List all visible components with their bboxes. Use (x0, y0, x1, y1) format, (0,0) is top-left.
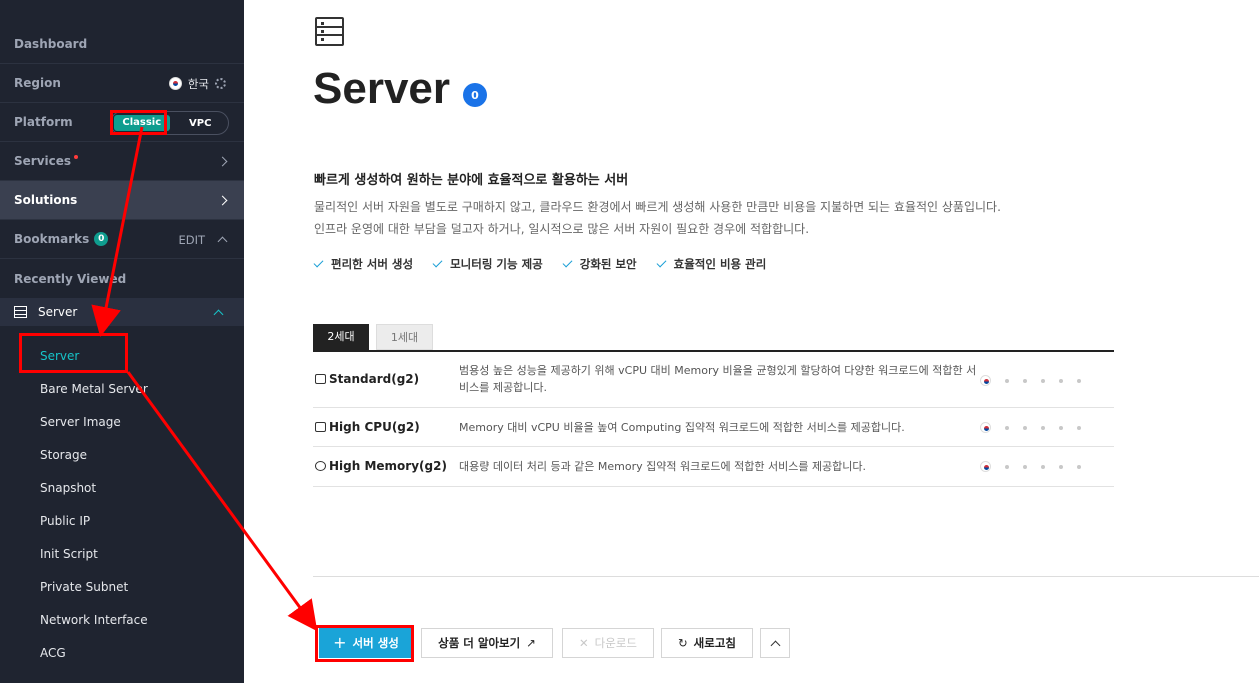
feature-item: 모니터링 기능 제공 (432, 256, 543, 272)
refresh-button[interactable]: ↻ 새로고침 (661, 628, 753, 658)
page-title: Server (313, 64, 451, 113)
korea-flag-icon (980, 375, 991, 386)
sidebar-item-acg[interactable]: ACG (40, 645, 66, 661)
nav-bookmarks-label: Bookmarks (14, 232, 90, 246)
check-icon (562, 257, 573, 268)
product-description-2: 인프라 운영에 대한 부담을 덜고자 하거나, 일시적으로 많은 서버 자원이 … (314, 222, 810, 236)
sidebar-item-bare-metal-server[interactable]: Bare Metal Server (40, 381, 148, 397)
row-description: 범용성 높은 성능을 제공하기 위해 vCPU 대비 Memory 비율을 균형… (459, 364, 977, 394)
annotation-box-classic (110, 110, 167, 135)
row-name: High Memory(g2) (315, 459, 447, 473)
nav-services[interactable]: Services (0, 142, 244, 181)
region-availability (980, 375, 1081, 386)
chevron-up-icon[interactable] (217, 236, 228, 247)
sidebar-item-public-ip[interactable]: Public IP (40, 513, 90, 529)
server-icon (315, 17, 344, 46)
row-name: Standard(g2) (315, 372, 419, 386)
row-description: Memory 대비 vCPU 비율을 높여 Computing 집약적 워크로드… (459, 421, 905, 434)
generation-tabs: 2세대 1세대 (313, 324, 1114, 352)
nav-solutions[interactable]: Solutions (0, 181, 244, 220)
check-icon (313, 257, 324, 268)
nav-recently-viewed[interactable]: Recently Viewed (0, 259, 244, 298)
main-content: Server 0 빠르게 생성하여 원하는 분야에 효율적으로 활용하는 서버 … (244, 0, 1259, 683)
product-headline: 빠르게 생성하여 원하는 분야에 효율적으로 활용하는 서버 (314, 173, 629, 188)
chevron-right-icon (217, 156, 228, 167)
new-indicator-dot (74, 155, 79, 159)
sidebar-item-private-subnet[interactable]: Private Subnet (40, 579, 128, 595)
cpu-icon (315, 422, 326, 432)
nav-region: Region 한국 (0, 64, 244, 103)
collapse-button[interactable] (760, 628, 790, 658)
nav-platform-label: Platform (14, 115, 73, 129)
sidebar-section-label: Server (38, 305, 78, 319)
nav-dashboard-label: Dashboard (14, 37, 88, 51)
nav-services-label: Services (14, 154, 72, 168)
chevron-right-icon (217, 195, 228, 206)
chevron-up-icon[interactable] (213, 309, 224, 320)
table-row[interactable]: High CPU(g2) Memory 대비 vCPU 비율을 높여 Compu… (313, 408, 1114, 447)
memory-icon (315, 461, 326, 471)
row-description: 대용량 데이터 처리 등과 같은 Memory 집약적 워크로드에 적합한 서비… (459, 460, 867, 473)
korea-flag-icon (980, 461, 991, 472)
divider (313, 576, 1259, 577)
feature-item: 편리한 서버 생성 (313, 256, 413, 272)
annotation-box-create (315, 625, 414, 662)
platform-vpc-option[interactable]: VPC (173, 118, 229, 129)
learn-more-button[interactable]: 상품 더 알아보기 ↗ (421, 628, 553, 658)
sidebar-item-snapshot[interactable]: Snapshot (40, 480, 96, 496)
product-description-1: 물리적인 서버 자원을 별도로 구매하지 않고, 클라우드 환경에서 빠르게 생… (314, 200, 1001, 214)
row-name: High CPU(g2) (315, 420, 420, 434)
nav-recently-viewed-label: Recently Viewed (14, 271, 127, 286)
region-selector[interactable]: 한국 (168, 64, 226, 103)
tab-2nd-generation[interactable]: 2세대 (313, 324, 369, 350)
nav-bookmarks[interactable]: Bookmarks 0 EDIT (0, 220, 244, 259)
feature-item: 강화된 보안 (562, 256, 637, 272)
refresh-icon: ↻ (678, 636, 688, 650)
chevron-up-icon (770, 640, 780, 650)
region-availability (980, 422, 1081, 433)
check-icon (432, 257, 443, 268)
sidebar-section-server[interactable]: Server (0, 298, 244, 326)
table-row[interactable]: High Memory(g2) 대용량 데이터 처리 등과 같은 Memory … (313, 447, 1114, 487)
gear-icon[interactable] (215, 78, 226, 89)
nav-solutions-label: Solutions (14, 193, 78, 207)
nav-region-label: Region (14, 76, 61, 90)
nav-dashboard[interactable]: Dashboard (0, 25, 244, 64)
tab-1st-generation[interactable]: 1세대 (376, 324, 433, 350)
check-icon (656, 257, 667, 268)
feature-item: 효율적인 비용 관리 (656, 256, 766, 272)
server-icon (315, 374, 326, 384)
bookmarks-count-badge: 0 (94, 232, 109, 246)
annotation-box-server (19, 333, 128, 373)
sidebar-item-network-interface[interactable]: Network Interface (40, 612, 148, 628)
sidebar-item-init-script[interactable]: Init Script (40, 546, 98, 562)
sidebar-item-storage[interactable]: Storage (40, 447, 87, 463)
feature-list: 편리한 서버 생성 모니터링 기능 제공 강화된 보안 효율적인 비용 관리 (313, 256, 766, 272)
sidebar-item-server-image[interactable]: Server Image (40, 414, 121, 430)
region-availability (980, 461, 1081, 472)
korea-flag-icon (168, 77, 182, 90)
server-icon (14, 306, 27, 318)
table-row[interactable]: Standard(g2) 범용성 높은 성능을 제공하기 위해 vCPU 대비 … (313, 353, 1114, 408)
close-icon: ✕ (579, 636, 589, 650)
server-count-badge: 0 (463, 83, 487, 107)
external-link-icon: ↗ (526, 636, 536, 650)
download-button[interactable]: ✕ 다운로드 (562, 628, 654, 658)
bookmarks-edit-link[interactable]: EDIT (178, 233, 205, 247)
korea-flag-icon (980, 422, 991, 433)
region-value: 한국 (187, 76, 209, 91)
